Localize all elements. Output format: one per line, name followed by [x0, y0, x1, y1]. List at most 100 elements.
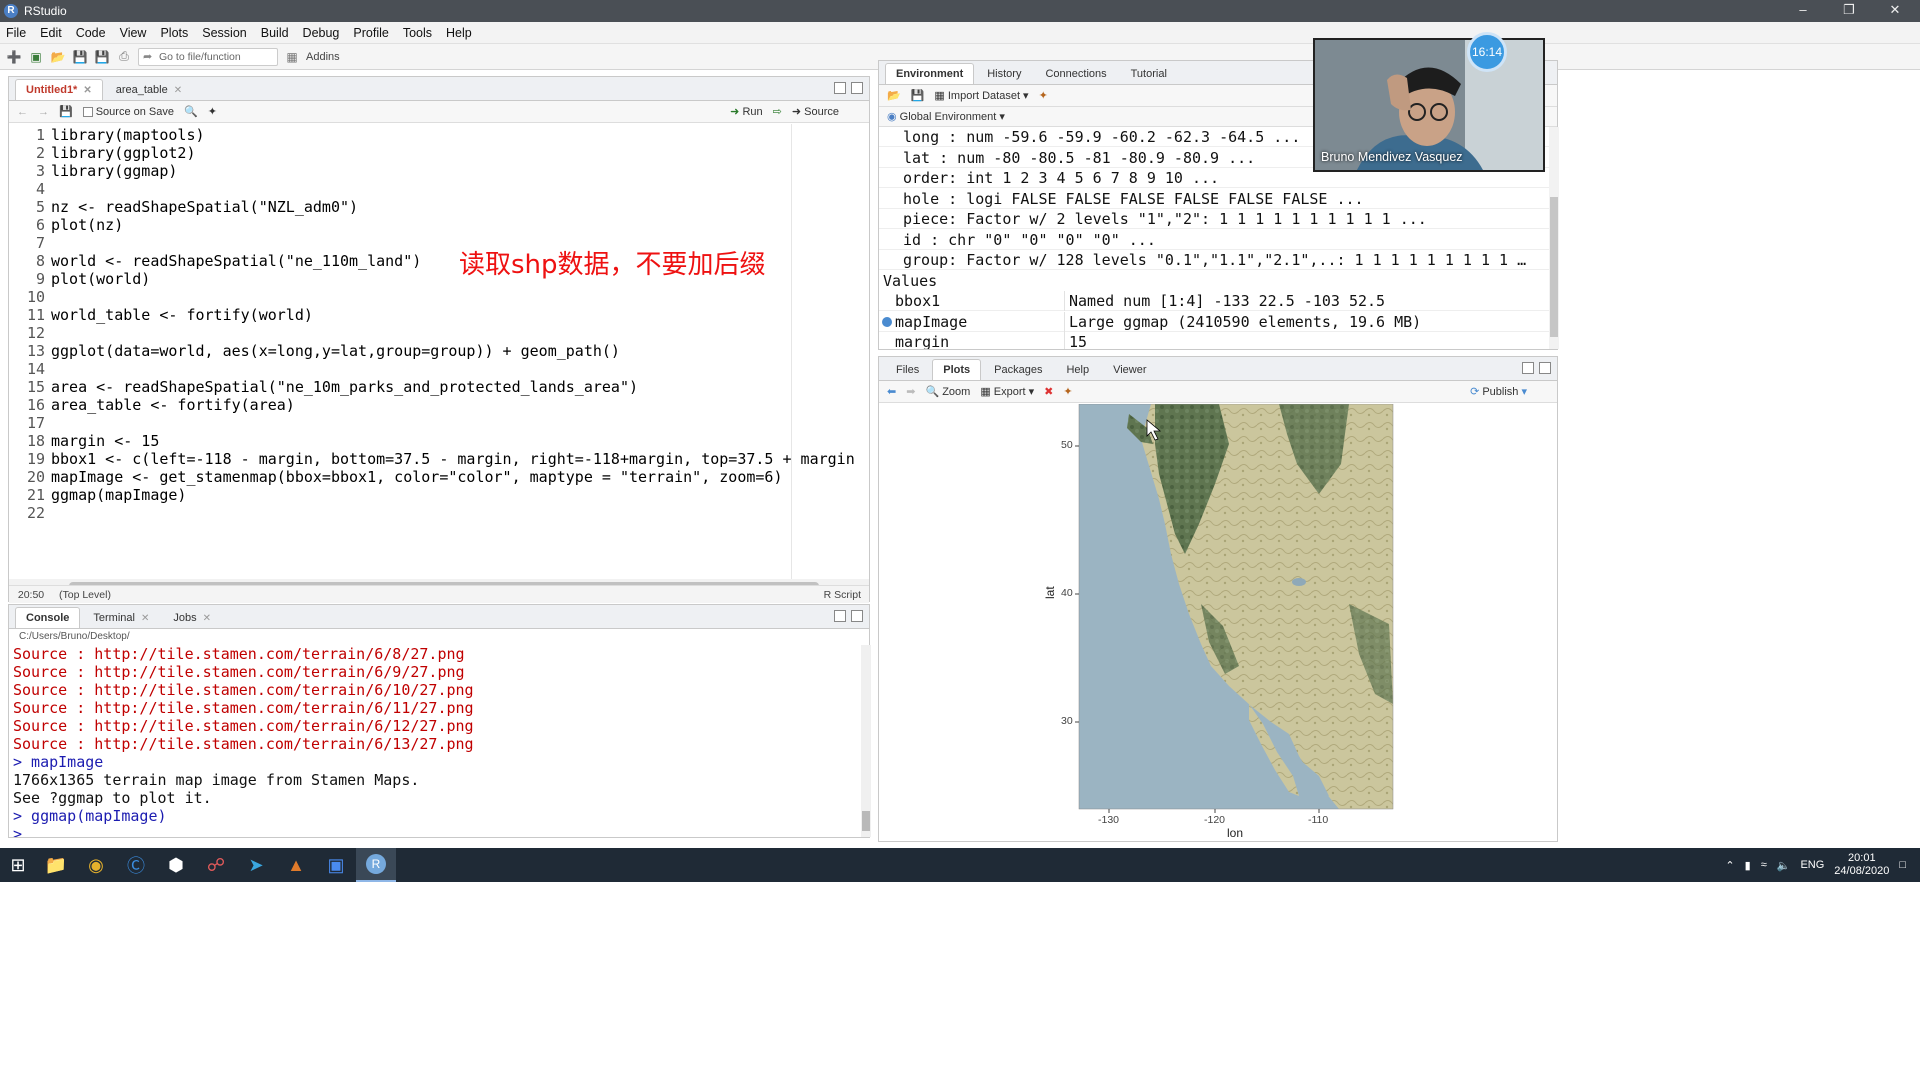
tab-plots[interactable]: Plots [932, 359, 982, 380]
taskbar-pdf-app[interactable]: ☍ [196, 848, 236, 882]
taskbar-edge[interactable]: Ⓒ [116, 848, 156, 882]
back-arrow-icon[interactable]: ← [17, 106, 28, 118]
code-line[interactable]: 12 [9, 324, 869, 342]
go-to-file-input[interactable]: Go to file/function [138, 47, 278, 66]
zoom-button[interactable]: 🔍 Zoom [925, 385, 970, 398]
load-workspace-icon[interactable]: 📂 [887, 89, 901, 102]
env-scrollbar[interactable] [1549, 127, 1559, 349]
new-project-icon[interactable]: ▣ [28, 49, 44, 65]
addins-menu[interactable]: Addins [306, 51, 340, 63]
menu-file[interactable]: File [6, 26, 26, 40]
menu-debug[interactable]: Debug [303, 26, 340, 40]
new-file-icon[interactable]: ➕ [6, 49, 22, 65]
menu-profile[interactable]: Profile [353, 26, 388, 40]
menu-plots[interactable]: Plots [160, 26, 188, 40]
taskbar-3d-viewer[interactable]: ⬢ [156, 848, 196, 882]
broom-icon[interactable]: ✦ [1039, 89, 1048, 102]
tab-terminal[interactable]: Terminal ✕ [82, 607, 160, 628]
close-tab-icon[interactable]: ✕ [174, 85, 182, 96]
source-button[interactable]: ➜ Source [792, 105, 839, 118]
code-line[interactable]: 22 [9, 504, 869, 522]
code-editor[interactable]: 1 library(maptools) 2 library(ggplot2) 3 libr… [9, 124, 869, 579]
menu-build[interactable]: Build [261, 26, 289, 40]
tab-packages[interactable]: Packages [983, 359, 1053, 380]
code-line[interactable]: 15 area <- readShapeSpatial("ne_10m_parks… [9, 378, 869, 396]
menu-code[interactable]: Code [76, 26, 106, 40]
maximize-pane-icon[interactable] [1539, 362, 1551, 374]
magic-wand-icon[interactable]: ✦ [208, 105, 217, 118]
maximize-pane-icon[interactable] [851, 82, 863, 94]
code-line[interactable]: 18 margin <- 15 [9, 432, 869, 450]
import-dataset-button[interactable]: ▦ Import Dataset ▾ [934, 89, 1028, 102]
tab-tutorial[interactable]: Tutorial [1120, 63, 1178, 84]
code-line[interactable]: 1 library(maptools) [9, 126, 869, 144]
taskbar-rstudio[interactable]: R [356, 848, 396, 882]
code-line[interactable]: 4 [9, 180, 869, 198]
forward-arrow-icon[interactable]: → [38, 106, 49, 118]
menu-help[interactable]: Help [446, 26, 472, 40]
rerun-icon[interactable]: ⇨ [773, 105, 782, 118]
clock[interactable]: 20:01 24/08/2020 [1834, 852, 1889, 878]
maximize-button[interactable]: ❐ [1826, 0, 1872, 22]
search-icon[interactable]: 🔍 [184, 105, 198, 118]
save-icon[interactable]: 💾 [59, 105, 73, 118]
taskbar-file-explorer[interactable]: 📁 [36, 848, 76, 882]
scrollbar-thumb[interactable] [1550, 197, 1558, 337]
code-line[interactable]: 13 ggplot(data=world, aes(x=long,y=lat,gr… [9, 342, 869, 360]
code-line[interactable]: 21 ggmap(mapImage) [9, 486, 869, 504]
wifi-icon[interactable]: ≈ [1761, 859, 1767, 871]
maximize-pane-icon[interactable] [851, 610, 863, 622]
taskbar-telegram[interactable]: ➤ [236, 848, 276, 882]
minimize-button[interactable]: – [1780, 0, 1826, 22]
tab-console[interactable]: Console [15, 607, 81, 628]
scope-selector[interactable]: (Top Level) [59, 589, 111, 601]
tab-viewer[interactable]: Viewer [1102, 359, 1157, 380]
code-line[interactable]: 6 plot(nz) [9, 216, 869, 234]
close-tab-icon[interactable]: ✕ [141, 613, 149, 624]
checkbox-box[interactable] [82, 106, 93, 117]
minimize-pane-icon[interactable] [834, 82, 846, 94]
save-icon[interactable]: 💾 [72, 49, 88, 65]
tab-help[interactable]: Help [1055, 359, 1100, 380]
battery-icon[interactable]: ▮ [1745, 859, 1751, 872]
save-all-icon[interactable]: 💾 [94, 49, 110, 65]
menu-edit[interactable]: Edit [40, 26, 62, 40]
menu-session[interactable]: Session [202, 26, 246, 40]
tab-untitled1[interactable]: Untitled1* ✕ [15, 79, 103, 100]
tab-jobs[interactable]: Jobs ✕ [162, 607, 222, 628]
env-value-row[interactable]: bbox1 Named num [1:4] -133 22.5 -103 52.5 [879, 291, 1549, 311]
taskbar-matlab[interactable]: ▲ [276, 848, 316, 882]
save-workspace-icon[interactable]: 💾 [911, 89, 925, 102]
print-icon[interactable]: ⎙ [116, 49, 132, 65]
code-line[interactable]: 14 [9, 360, 869, 378]
clear-plots-icon[interactable]: ✦ [1063, 385, 1072, 398]
publish-button[interactable]: ⟳ Publish ▾ [1470, 385, 1527, 398]
remove-plot-icon[interactable]: ✖ [1044, 385, 1053, 398]
code-line[interactable]: 19 bbox1 <- c(left=-118 - margin, bottom=… [9, 450, 869, 468]
code-line[interactable]: 16 area_table <- fortify(area) [9, 396, 869, 414]
file-type-selector[interactable]: R Script [824, 589, 861, 601]
taskbar-chrome[interactable]: ◉ [76, 848, 116, 882]
global-env-selector[interactable]: ◉ Global Environment ▾ [887, 110, 1005, 123]
code-line[interactable]: 3 library(ggmap) [9, 162, 869, 180]
close-tab-icon[interactable]: ✕ [203, 613, 211, 624]
tab-area-table[interactable]: area_table ✕ [105, 79, 193, 100]
close-tab-icon[interactable]: ✕ [83, 85, 91, 96]
expand-icon[interactable] [882, 316, 892, 327]
code-line[interactable]: 10 [9, 288, 869, 306]
tab-connections[interactable]: Connections [1034, 63, 1117, 84]
previous-plot-icon[interactable]: ⬅ [887, 385, 896, 398]
console-output[interactable]: Source : http://tile.stamen.com/terrain/… [9, 645, 861, 837]
tab-history[interactable]: History [976, 63, 1032, 84]
menu-view[interactable]: View [120, 26, 147, 40]
working-directory[interactable]: C:/Users/Bruno/Desktop/ [9, 629, 869, 645]
close-button[interactable]: ✕ [1872, 0, 1918, 22]
code-line[interactable]: 20 mapImage <- get_stamenmap(bbox=bbox1, … [9, 468, 869, 486]
language-indicator[interactable]: ENG [1800, 859, 1824, 871]
grid-layout-icon[interactable]: ▦ [284, 49, 300, 65]
code-line[interactable]: 5 nz <- readShapeSpatial("NZL_adm0") [9, 198, 869, 216]
scrollbar-thumb[interactable] [862, 811, 870, 831]
chevron-up-icon[interactable]: ⌃ [1725, 859, 1734, 872]
code-line[interactable]: 17 [9, 414, 869, 432]
open-file-icon[interactable]: 📂 [50, 49, 66, 65]
